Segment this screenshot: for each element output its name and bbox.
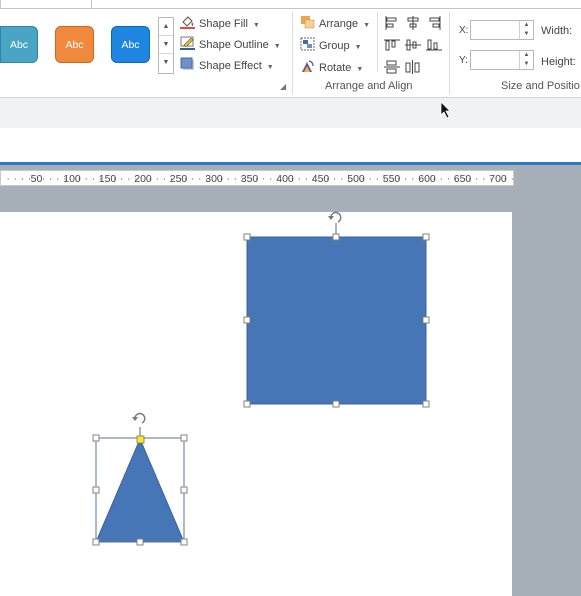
resize-handle[interactable]: [92, 486, 100, 494]
resize-handle[interactable]: [332, 233, 340, 241]
adjust-handle[interactable]: [136, 435, 145, 444]
mouse-cursor-icon: [440, 101, 451, 119]
resize-handle[interactable]: [243, 316, 251, 324]
resize-handle[interactable]: [180, 538, 188, 546]
resize-handle[interactable]: [180, 486, 188, 494]
selected-triangle[interactable]: [95, 437, 185, 543]
resize-handle[interactable]: [422, 400, 430, 408]
shape-layer: [92, 211, 430, 546]
rotate-handle-icon[interactable]: [132, 412, 146, 424]
rotate-handle-icon[interactable]: [328, 211, 342, 223]
resize-handle[interactable]: [332, 400, 340, 408]
resize-handle[interactable]: [136, 538, 144, 546]
resize-handle[interactable]: [422, 316, 430, 324]
resize-handle[interactable]: [243, 400, 251, 408]
resize-handle[interactable]: [92, 538, 100, 546]
resize-handle[interactable]: [422, 233, 430, 241]
resize-handle[interactable]: [180, 434, 188, 442]
selected-rectangle[interactable]: [246, 236, 427, 405]
resize-handle[interactable]: [92, 434, 100, 442]
resize-handle[interactable]: [243, 233, 251, 241]
